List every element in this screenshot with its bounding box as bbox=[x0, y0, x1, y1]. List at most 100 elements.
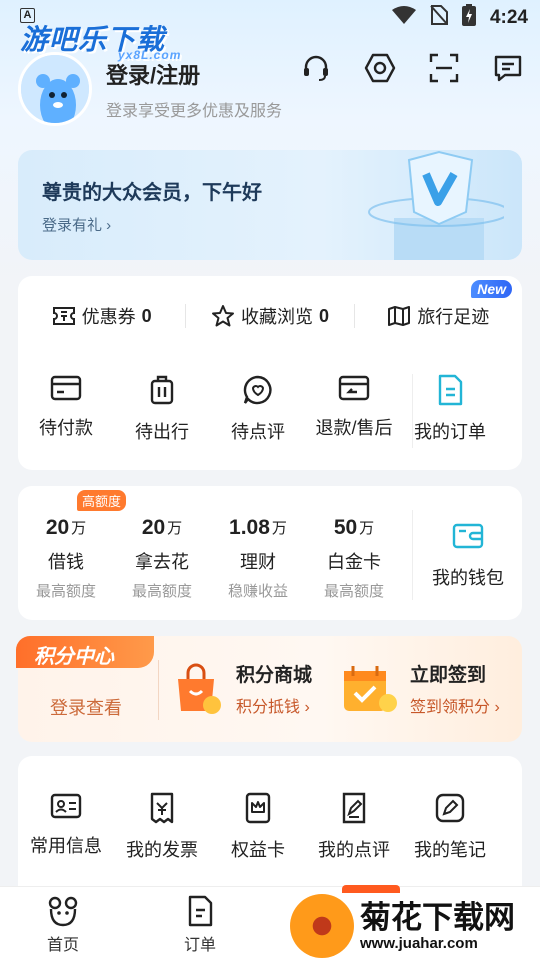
service-label: 我的点评 bbox=[318, 840, 390, 860]
no-sim-icon bbox=[430, 5, 448, 31]
finance-name: 借钱 bbox=[48, 552, 84, 572]
service-label: 我的发票 bbox=[126, 840, 198, 860]
pending-payment[interactable]: 待付款 bbox=[18, 374, 114, 444]
coupon-label: 优惠券 bbox=[81, 307, 136, 327]
points-mall-sub: 积分抵钱 › bbox=[236, 699, 310, 716]
favorites-link[interactable]: 收藏浏览 0 bbox=[186, 303, 353, 329]
finance-item-platinum-card[interactable]: 50 万 白金卡 最高额度 bbox=[306, 508, 402, 601]
finance-item-wealth[interactable]: 1.08 万 理财 稳赚收益 bbox=[210, 508, 306, 601]
finance-value: 1.08 bbox=[229, 516, 270, 539]
points-center-tag: 积分中心 bbox=[16, 636, 154, 668]
pending-travel[interactable]: 待出行 bbox=[114, 374, 210, 444]
juhar-name: 菊花下载网 bbox=[360, 899, 515, 935]
order-label: 待点评 bbox=[231, 422, 285, 442]
new-badge: New bbox=[471, 280, 512, 298]
finance-card: 高额度 20 万 借钱 最高额度 20 万 拿去花 最高额度 1.08 万 理财 稳赚… bbox=[18, 486, 522, 620]
signin-title: 立即签到 bbox=[410, 665, 487, 686]
points-mall-title: 积分商城 bbox=[236, 665, 313, 686]
flower-logo-icon bbox=[290, 894, 354, 958]
luggage-icon bbox=[150, 375, 174, 405]
my-invoice[interactable]: 我的发票 bbox=[114, 792, 210, 862]
finance-desc: 最高额度 bbox=[35, 583, 96, 600]
tab-label: 订单 bbox=[184, 937, 217, 954]
invoice-icon bbox=[150, 792, 174, 824]
service-label: 常用信息 bbox=[30, 836, 102, 856]
quick-card: 优惠券 0 收藏浏览 0 旅行足迹 New 待付款 待出行 待点评 退款/售后 … bbox=[18, 276, 522, 470]
service-label: 权益卡 bbox=[231, 840, 285, 860]
finance-unit: 万 bbox=[167, 520, 183, 537]
battery-icon bbox=[461, 4, 476, 32]
my-wallet[interactable]: 我的钱包 bbox=[418, 522, 518, 590]
avatar[interactable] bbox=[18, 52, 92, 126]
card-icon bbox=[50, 375, 82, 401]
points-card: 积分中心 登录查看 积分商城 积分抵钱 › 立即签到 签到领积分 › bbox=[16, 636, 522, 742]
wallet-icon bbox=[452, 523, 484, 549]
pending-review[interactable]: 待点评 bbox=[210, 374, 306, 444]
my-notes[interactable]: 我的笔记 bbox=[402, 792, 498, 862]
finance-value: 50 bbox=[333, 516, 358, 539]
points-signin[interactable]: 立即签到 签到领积分 › bbox=[340, 660, 500, 717]
footprint-label: 旅行足迹 bbox=[417, 307, 490, 327]
refund-icon bbox=[338, 375, 370, 401]
order-doc-icon bbox=[438, 374, 463, 406]
scan-icon[interactable] bbox=[426, 50, 462, 86]
travel-footprint-link[interactable]: 旅行足迹 bbox=[355, 303, 522, 329]
v-shield-badge-icon bbox=[368, 150, 504, 260]
order-label: 我的订单 bbox=[414, 422, 486, 442]
calendar-check-icon bbox=[344, 665, 397, 712]
map-icon bbox=[388, 306, 411, 326]
tab-home[interactable]: 首页 bbox=[46, 895, 80, 955]
order-tab-icon bbox=[188, 895, 213, 927]
finance-name: 拿去花 bbox=[135, 552, 189, 572]
services-card: 常用信息 我的发票 权益卡 我的点评 我的笔记 bbox=[18, 756, 522, 906]
coupon-link[interactable]: 优惠券 0 bbox=[18, 303, 185, 329]
refund-after-sales[interactable]: 退款/售后 bbox=[306, 374, 402, 444]
signin-sub: 签到领积分 › bbox=[410, 699, 500, 716]
comment-icon bbox=[243, 375, 272, 405]
wallet-label: 我的钱包 bbox=[432, 568, 504, 588]
headset-icon[interactable] bbox=[298, 50, 334, 86]
clock: 4:24 bbox=[489, 7, 528, 28]
finance-unit: 万 bbox=[71, 520, 87, 537]
points-login-link[interactable]: 登录查看 bbox=[50, 694, 122, 720]
common-info[interactable]: 常用信息 bbox=[18, 792, 114, 862]
finance-value: 20 bbox=[141, 516, 166, 539]
favorites-label: 收藏浏览 bbox=[240, 307, 313, 327]
divider bbox=[158, 660, 159, 720]
order-label: 待付款 bbox=[39, 418, 93, 438]
finance-unit: 万 bbox=[359, 520, 375, 537]
benefit-card[interactable]: 权益卡 bbox=[210, 792, 306, 862]
points-mall[interactable]: 积分商城 积分抵钱 › bbox=[170, 660, 312, 717]
coupon-count: 0 bbox=[141, 305, 152, 326]
wifi-icon bbox=[391, 5, 416, 31]
shopping-bag-icon bbox=[178, 663, 221, 714]
finance-unit: 万 bbox=[271, 520, 287, 537]
my-reviews[interactable]: 我的点评 bbox=[306, 792, 402, 862]
settings-hexagon-icon[interactable] bbox=[362, 50, 398, 86]
star-icon bbox=[211, 305, 234, 327]
divider bbox=[412, 510, 413, 600]
juhar-watermark: 菊花下载网 www.juahar.com bbox=[290, 892, 540, 960]
tab-label: 首页 bbox=[46, 937, 79, 954]
favorites-count: 0 bbox=[318, 305, 329, 326]
tab-orders[interactable]: 订单 bbox=[184, 895, 216, 955]
finance-desc: 最高额度 bbox=[131, 583, 192, 600]
login-register-link[interactable]: 登录/注册 bbox=[106, 58, 200, 90]
divider bbox=[412, 374, 413, 448]
order-label: 退款/售后 bbox=[315, 418, 393, 438]
message-icon[interactable] bbox=[490, 50, 526, 86]
finance-desc: 最高额度 bbox=[323, 583, 384, 600]
watermark-logo: 游吧乐下载 yx8L.com bbox=[20, 18, 180, 62]
id-card-icon bbox=[50, 793, 82, 819]
ticket-icon bbox=[52, 307, 75, 325]
member-banner[interactable]: 尊贵的大众会员，下午好 登录有礼 › bbox=[18, 150, 522, 260]
review-edit-icon bbox=[342, 792, 366, 824]
finance-item-naquhua[interactable]: 20 万 拿去花 最高额度 bbox=[114, 508, 210, 601]
my-orders[interactable]: 我的订单 bbox=[402, 374, 498, 444]
finance-name: 白金卡 bbox=[327, 552, 381, 572]
member-gift-link[interactable]: 登录有礼 › bbox=[42, 214, 111, 235]
order-label: 待出行 bbox=[135, 422, 189, 442]
login-subtitle: 登录享受更多优惠及服务 bbox=[106, 103, 283, 120]
member-title: 尊贵的大众会员，下午好 bbox=[42, 182, 262, 204]
finance-item-borrow[interactable]: 20 万 借钱 最高额度 bbox=[18, 508, 114, 601]
